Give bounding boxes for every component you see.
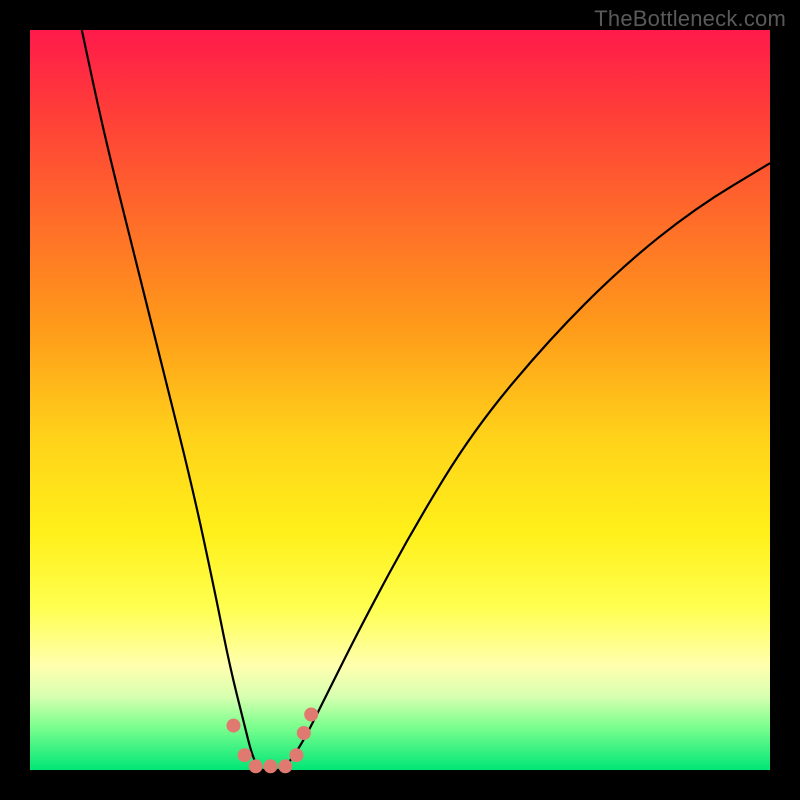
- plot-area: [30, 30, 770, 770]
- chart-frame: TheBottleneck.com: [0, 0, 800, 800]
- dot: [297, 726, 311, 740]
- bottleneck-curve: [82, 30, 770, 770]
- dot: [289, 748, 303, 762]
- dot: [227, 719, 241, 733]
- dot: [278, 759, 292, 773]
- dot: [304, 708, 318, 722]
- curve-svg: [30, 30, 770, 770]
- dot: [238, 748, 252, 762]
- dots-group: [227, 708, 319, 774]
- dot: [264, 759, 278, 773]
- dot: [249, 759, 263, 773]
- watermark-text: TheBottleneck.com: [594, 6, 786, 32]
